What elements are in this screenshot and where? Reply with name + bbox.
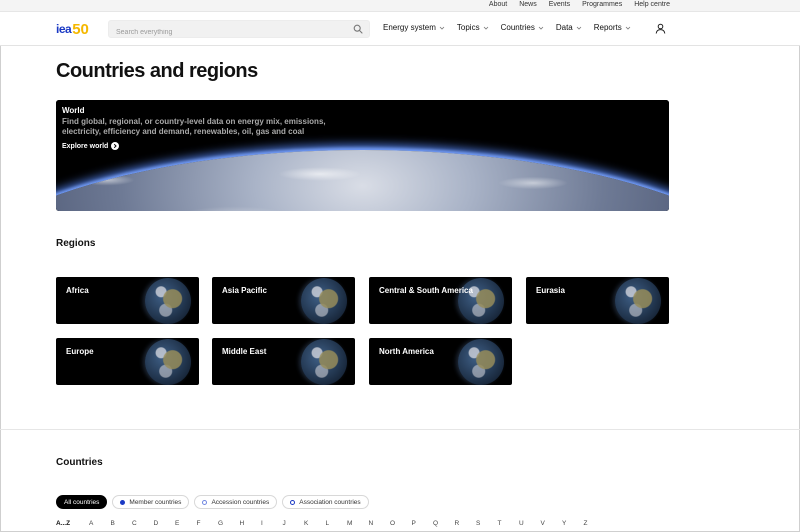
globe-image [458,278,504,324]
filter-label: Association countries [299,498,361,506]
region-label: Middle East [222,347,267,356]
region-label: Asia Pacific [222,286,267,295]
region-label: North America [379,347,434,356]
filter-association-countries[interactable]: Association countries [282,495,369,509]
utility-link-programmes[interactable]: Programmes [582,1,622,8]
alpha-letter[interactable]: Z [584,520,606,527]
alpha-letter[interactable]: R [455,520,477,527]
hero-description: Find global, regional, or country-level … [62,117,326,136]
nav-topics-label: Topics [456,23,480,32]
region-label: Europe [66,347,94,356]
countries-heading: Countries [56,457,103,468]
globe-image [145,339,191,385]
region-card-middle-east[interactable]: Middle East [212,338,355,385]
region-card-asia-pacific[interactable]: Asia Pacific [212,277,355,324]
alpha-letter[interactable]: D [154,520,176,527]
arrow-right-circle-icon [111,142,120,150]
logo-number: 50 [72,20,89,38]
nav-countries[interactable]: Countries [501,23,544,32]
hero-title: World [62,106,85,115]
world-hero-card[interactable]: World Find global, regional, or country-… [56,100,669,211]
globe-image [458,339,504,385]
alpha-letter[interactable]: E [175,520,197,527]
member-dot-icon [120,499,126,505]
nav-countries-label: Countries [500,23,535,32]
chevron-down-icon [625,26,631,30]
chevron-down-icon [538,26,544,30]
user-icon[interactable] [655,23,666,34]
nav-reports[interactable]: Reports [594,23,631,32]
utility-link-about[interactable]: About [489,1,507,8]
explore-world-label: Explore world [62,142,109,150]
chevron-down-icon [483,26,488,30]
globe-image [301,278,347,324]
alpha-letter[interactable]: I [261,520,283,527]
nav-topics[interactable]: Topics [457,23,489,32]
alpha-letter[interactable]: B [111,520,133,527]
region-label: Central & South America [379,286,473,295]
filter-accession-countries[interactable]: Accession countries [194,495,278,509]
nav-energy-system-label: Energy system [383,23,436,32]
region-card-europe[interactable]: Europe [56,338,199,385]
chevron-down-icon [439,26,445,30]
globe-image [301,339,347,385]
page-title: Countries and regions [56,60,258,82]
explore-world-link[interactable]: Explore world [62,142,120,150]
alpha-letter[interactable]: K [304,520,326,527]
utility-link-help-centre[interactable]: Help centre [634,1,670,8]
section-divider [0,429,800,430]
iea-logo[interactable]: iea 50 [56,20,89,38]
region-label: Africa [66,286,89,295]
alpha-letter[interactable]: H [240,520,262,527]
alpha-letter[interactable]: L [326,520,348,527]
regions-heading: Regions [56,238,96,249]
search-box [108,20,370,41]
alpha-letter[interactable]: C [132,520,154,527]
alpha-letter[interactable]: Q [433,520,455,527]
logo-text: iea [56,22,72,36]
region-card-north-america[interactable]: North America [369,338,512,385]
alpha-letter[interactable]: G [218,520,240,527]
alpha-letter[interactable]: V [541,520,563,527]
filter-all-countries[interactable]: All countries [56,495,108,509]
alpha-letter[interactable]: N [369,520,391,527]
alpha-letter[interactable]: J [283,520,305,527]
utility-link-news[interactable]: News [519,1,537,8]
main-nav: Energy system Topics Countries Data Repo… [383,23,631,32]
alphabet-filter: A...Z A B C D E F G H I J K L M N O P Q … [56,520,605,527]
alpha-letter[interactable]: A [89,520,111,527]
country-filters: All countries Member countries Accession… [56,495,369,509]
alpha-all[interactable]: A...Z [56,520,89,527]
chevron-down-icon [576,26,582,30]
filter-member-countries[interactable]: Member countries [112,495,190,509]
nav-energy-system[interactable]: Energy system [383,23,445,32]
alpha-letter[interactable]: M [347,520,369,527]
site-header: iea 50 Energy system Topics Countries Da… [0,12,800,46]
filter-label: Member countries [129,498,182,506]
globe-image [145,278,191,324]
nav-data[interactable]: Data [556,23,582,32]
filter-label: Accession countries [211,498,270,506]
globe-image [615,278,661,324]
search-icon[interactable] [353,24,363,34]
alpha-letter[interactable]: S [476,520,498,527]
accession-dot-icon [202,499,208,505]
filter-label: All countries [64,498,100,506]
alpha-letter[interactable]: Y [562,520,584,527]
region-card-central-south-america[interactable]: Central & South America [369,277,512,324]
region-card-eurasia[interactable]: Eurasia [526,277,669,324]
region-label: Eurasia [536,286,565,295]
alpha-letter[interactable]: F [197,520,219,527]
nav-reports-label: Reports [593,23,622,32]
utility-link-events[interactable]: Events [549,1,570,8]
utility-bar: About News Events Programmes Help centre [0,0,800,12]
alpha-letter[interactable]: U [519,520,541,527]
alpha-letter[interactable]: O [390,520,412,527]
search-input[interactable] [109,24,339,41]
alpha-letter[interactable]: T [498,520,520,527]
association-dot-icon [290,499,296,505]
alpha-letter[interactable]: P [412,520,434,527]
region-card-africa[interactable]: Africa [56,277,199,324]
nav-data-label: Data [555,23,573,32]
